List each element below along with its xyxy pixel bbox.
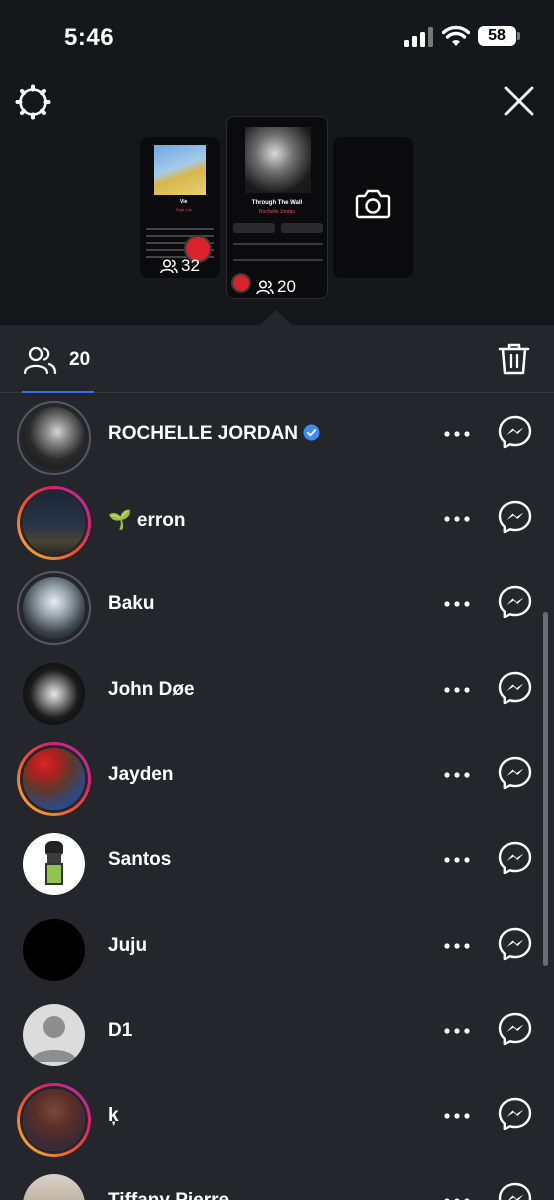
- more-icon[interactable]: [440, 765, 474, 785]
- default-avatar-icon: [31, 1016, 77, 1062]
- list-item[interactable]: Juju: [0, 906, 554, 991]
- album-art: [245, 127, 311, 193]
- avatar-ring: [17, 998, 91, 1072]
- messenger-icon[interactable]: [497, 414, 533, 450]
- viewer-name[interactable]: John Døe: [108, 679, 195, 701]
- viewer-count: 32: [181, 256, 200, 275]
- messenger-icon[interactable]: [497, 670, 533, 706]
- avatar[interactable]: [23, 407, 85, 469]
- more-icon[interactable]: [440, 1106, 474, 1126]
- avatar[interactable]: [23, 919, 85, 981]
- people-icon: [160, 258, 178, 273]
- album-art: [154, 145, 206, 195]
- viewer-name[interactable]: D1: [108, 1020, 132, 1042]
- avatar[interactable]: [23, 492, 85, 554]
- more-icon[interactable]: [440, 424, 474, 444]
- more-icon[interactable]: [440, 509, 474, 529]
- avatar-ring: [17, 1083, 91, 1157]
- viewer-name[interactable]: Baku: [108, 593, 154, 615]
- avatar[interactable]: [23, 663, 85, 725]
- avatar-ring: [17, 486, 91, 560]
- gear-icon[interactable]: [15, 84, 51, 120]
- story-viewer-count-current: 20: [256, 277, 296, 297]
- list-item[interactable]: ķ: [0, 1076, 554, 1161]
- more-icon[interactable]: [440, 850, 474, 870]
- messenger-icon[interactable]: [497, 499, 533, 535]
- viewer-name[interactable]: Tiffany Pierre: [108, 1190, 229, 1200]
- viewer-name[interactable]: ROCHELLE JORDAN: [108, 423, 320, 445]
- player-buttons: [233, 223, 323, 233]
- avatar[interactable]: [23, 833, 85, 895]
- messenger-icon[interactable]: [497, 584, 533, 620]
- messenger-icon[interactable]: [497, 926, 533, 962]
- avatar[interactable]: [23, 577, 85, 639]
- list-item[interactable]: John Døe: [0, 650, 554, 735]
- song-artist: Rochelle Jordan: [258, 209, 296, 215]
- verified-badge-icon: [303, 424, 320, 441]
- avatar[interactable]: [23, 1174, 85, 1200]
- more-icon[interactable]: [440, 936, 474, 956]
- status-bar: 5:46 58: [0, 0, 554, 74]
- viewer-name[interactable]: ķ: [108, 1105, 119, 1127]
- avatar-ring: [17, 401, 91, 475]
- viewer-name[interactable]: 🌱 erron: [108, 508, 186, 532]
- more-icon[interactable]: [440, 1021, 474, 1041]
- list-item[interactable]: Baku: [0, 564, 554, 649]
- avatar[interactable]: [23, 1004, 85, 1066]
- list-item[interactable]: 🌱 erron: [0, 479, 554, 564]
- avatar-ring: [17, 571, 91, 645]
- record-icon: [231, 273, 251, 293]
- wifi-icon: [442, 25, 470, 46]
- active-tab-indicator: [22, 391, 94, 393]
- battery-indicator: 58: [478, 26, 520, 46]
- viewer-name[interactable]: Santos: [108, 849, 171, 871]
- more-icon[interactable]: [440, 680, 474, 700]
- avatar[interactable]: [23, 748, 85, 810]
- messenger-icon[interactable]: [497, 840, 533, 876]
- list-item[interactable]: D1: [0, 991, 554, 1076]
- trash-icon[interactable]: [498, 342, 530, 376]
- messenger-icon[interactable]: [497, 1181, 533, 1200]
- song-title: Through The Wall: [251, 200, 303, 206]
- messenger-icon[interactable]: [497, 1096, 533, 1132]
- messenger-icon[interactable]: [497, 755, 533, 791]
- selected-story-pointer: [259, 310, 293, 326]
- story-preview-panel: 5:46 58 Vie Doja Cat 32 Through The Wall…: [0, 0, 554, 326]
- song-title: Vie: [180, 199, 188, 205]
- list-item[interactable]: ROCHELLE JORDAN: [0, 394, 554, 479]
- avatar-ring: [17, 657, 91, 731]
- more-icon[interactable]: [440, 1191, 474, 1200]
- avatar-ring: [17, 913, 91, 987]
- list-item[interactable]: Santos: [0, 820, 554, 905]
- scrollbar[interactable]: [543, 612, 548, 966]
- avatar[interactable]: [23, 1089, 85, 1151]
- song-artist: Doja Cat: [176, 207, 192, 212]
- viewer-name[interactable]: Jayden: [108, 764, 173, 786]
- story-thumbnail-current[interactable]: Through The Wall Rochelle Jordan: [226, 116, 328, 299]
- viewer-name[interactable]: Juju: [108, 935, 147, 957]
- list-item[interactable]: Tiffany Pierre: [0, 1161, 554, 1200]
- list-item[interactable]: Jayden: [0, 735, 554, 820]
- avatar-ring: [17, 742, 91, 816]
- messenger-icon[interactable]: [497, 1011, 533, 1047]
- viewers-count[interactable]: 20: [69, 349, 90, 371]
- viewer-count: 20: [277, 277, 296, 296]
- people-icon[interactable]: [23, 345, 57, 375]
- people-icon: [256, 279, 274, 294]
- close-icon[interactable]: [502, 84, 536, 118]
- status-time: 5:46: [64, 24, 115, 51]
- cellular-signal-icon: [404, 27, 433, 47]
- camera-icon: [355, 189, 391, 219]
- story-viewer-count-previous: 32: [160, 256, 200, 276]
- more-icon[interactable]: [440, 594, 474, 614]
- add-story-button[interactable]: [333, 137, 413, 278]
- avatar-ring: [17, 827, 91, 901]
- avatar-ring: [17, 1168, 91, 1200]
